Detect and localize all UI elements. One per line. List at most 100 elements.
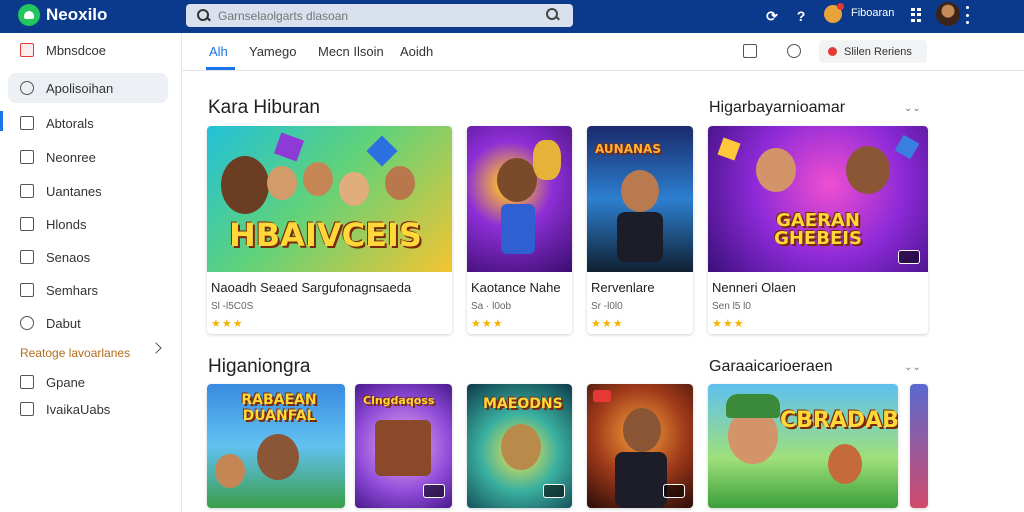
app-logo[interactable]: Neoxilo — [18, 4, 107, 26]
character-art — [497, 158, 537, 202]
app-meta: Sen l5 l0 — [712, 301, 751, 312]
app-meta: Sl -l5C0S — [211, 301, 254, 312]
character-art — [339, 172, 369, 206]
character-art — [623, 408, 661, 452]
character-art — [828, 444, 862, 484]
gem-art — [894, 134, 920, 160]
chevron-right-icon[interactable] — [150, 342, 162, 354]
character-art — [846, 146, 890, 194]
app-art-title: GAERAN GHEBEIS — [774, 210, 862, 249]
store-icon — [20, 43, 34, 57]
sidebar-sub-item-2[interactable]: IvaikaUabs — [8, 394, 168, 424]
character-body-art — [501, 204, 535, 254]
app-art-title: MAEODNS — [483, 396, 563, 412]
star-rating: ★★★ — [211, 318, 244, 330]
app-title: Nenneri Olaen — [712, 280, 796, 295]
app-thumbnail — [910, 384, 928, 508]
sidebar-active-indicator — [0, 111, 3, 131]
app-thumbnail: Clngdaqoss — [355, 384, 452, 508]
character-art — [215, 454, 245, 488]
grid-icon — [20, 375, 34, 389]
app-title: Kaotance Nahe — [471, 280, 561, 295]
app-card[interactable]: GAERAN GHEBEIS Nenneri Olaen Sen l5 l0 ★… — [708, 126, 928, 334]
sidebar-item-6[interactable]: Hlonds — [8, 209, 168, 239]
search-input[interactable] — [218, 8, 538, 23]
app-card[interactable]: RABAEAN DUANFAL — [207, 384, 345, 508]
sidebar-item-9[interactable]: Dabut — [8, 308, 168, 338]
character-art — [756, 148, 796, 192]
book-icon — [20, 217, 34, 231]
tab-active-indicator — [206, 67, 235, 70]
app-thumbnail: AUNANAS — [587, 126, 693, 272]
star-rating: ★★★ — [712, 318, 745, 330]
refresh-icon[interactable]: ⟳ — [762, 6, 782, 26]
user-icon — [20, 81, 34, 95]
record-icon — [828, 47, 837, 56]
mascot-art — [533, 140, 561, 180]
sidebar-item-label: IvaikaUabs — [46, 401, 111, 417]
app-meta: Sr -l0l0 — [591, 301, 623, 312]
tab-games[interactable]: Yamego — [249, 44, 296, 59]
sidebar-section-label[interactable]: Reatoge lavoarlanes — [20, 346, 130, 360]
app-card[interactable]: AUNANAS Rervenlare Sr -l0l0 ★★★ — [587, 126, 693, 334]
app-card[interactable]: MAEODNS — [467, 384, 572, 508]
app-card-partial[interactable] — [910, 384, 928, 508]
sidebar-sub-item-1[interactable]: Gpane — [8, 367, 168, 397]
search-bar[interactable] — [186, 4, 573, 27]
sidebar-item-apps[interactable]: Apolisoihan — [8, 73, 168, 103]
app-thumbnail — [467, 126, 572, 272]
help-icon[interactable]: ? — [791, 6, 811, 26]
notifications-icon[interactable] — [824, 3, 844, 23]
sidebar-item-label: Hlonds — [46, 216, 87, 232]
sidebar-item-4[interactable]: Neonree — [8, 142, 168, 172]
chat-icon[interactable] — [787, 44, 801, 58]
section-title: Kara Hiburan — [208, 97, 320, 118]
logo-icon — [18, 4, 40, 26]
search-submit-icon[interactable] — [545, 7, 561, 23]
sidebar-item-store[interactable]: Mbnsdcoe — [8, 35, 168, 65]
top-app-bar: Neoxilo ⟳ ? Fiboaran — [0, 0, 1024, 33]
apps-grid-icon[interactable] — [911, 8, 923, 22]
share-icon[interactable] — [743, 44, 757, 58]
avatar[interactable] — [936, 2, 960, 26]
account-label[interactable]: Fiboaran — [851, 7, 894, 19]
sidebar-item-3[interactable]: Abtorals — [8, 108, 168, 138]
section-right-title[interactable]: Garaaicarioeraen — [709, 358, 833, 376]
section-right-title[interactable]: Higarbayarnioamar — [709, 99, 845, 117]
app-card[interactable]: CBRADAB — [708, 384, 898, 508]
app-title: Rervenlare — [591, 280, 655, 295]
sidebar-item-label: Mbnsdcoe — [46, 42, 106, 58]
library-icon — [20, 402, 34, 416]
tab-all[interactable]: Alh — [209, 44, 228, 59]
character-art — [621, 170, 659, 212]
search-icon — [196, 8, 212, 24]
app-thumbnail: MAEODNS — [467, 384, 572, 508]
sidebar-item-label: Abtorals — [46, 115, 94, 131]
calendar-icon — [20, 184, 34, 198]
news-icon — [20, 283, 34, 297]
pill-label: Slilen Reriens — [844, 45, 912, 58]
more-options-icon[interactable] — [966, 6, 970, 24]
chevron-down-icon[interactable]: ⌄⌄ — [904, 103, 921, 114]
sidebar-item-8[interactable]: Semhars — [8, 275, 168, 305]
app-art-title: RABAEAN DUANFAL — [241, 392, 317, 424]
app-card[interactable]: Kaotance Nahe Sa · l0ob ★★★ — [467, 126, 572, 334]
sidebar-item-7[interactable]: Senaos — [8, 242, 168, 272]
app-thumbnail: HBAIVCEIS — [207, 126, 452, 272]
gem-art — [717, 137, 741, 161]
tab-media[interactable]: Mecn Ilsoin — [318, 44, 384, 59]
chevron-down-icon[interactable]: ⌄⌄ — [904, 362, 921, 373]
star-rating: ★★★ — [471, 318, 504, 330]
tag-icon — [20, 250, 34, 264]
age-rating-badge — [663, 484, 685, 498]
app-card[interactable] — [587, 384, 693, 508]
age-rating-badge — [543, 484, 565, 498]
character-art — [257, 434, 299, 480]
app-card[interactable]: HBAIVCEIS Naoadh Seaed Sargufonagnsaeda … — [207, 126, 452, 334]
sidebar-item-label: Senaos — [46, 249, 91, 265]
app-card[interactable]: Clngdaqoss — [355, 384, 452, 508]
selected-reviews-button[interactable]: Slilen Reriens — [819, 40, 927, 63]
sidebar-item-5[interactable]: Uantanes — [8, 176, 168, 206]
list-icon — [20, 150, 34, 164]
tab-audio[interactable]: Aoidh — [400, 44, 433, 59]
